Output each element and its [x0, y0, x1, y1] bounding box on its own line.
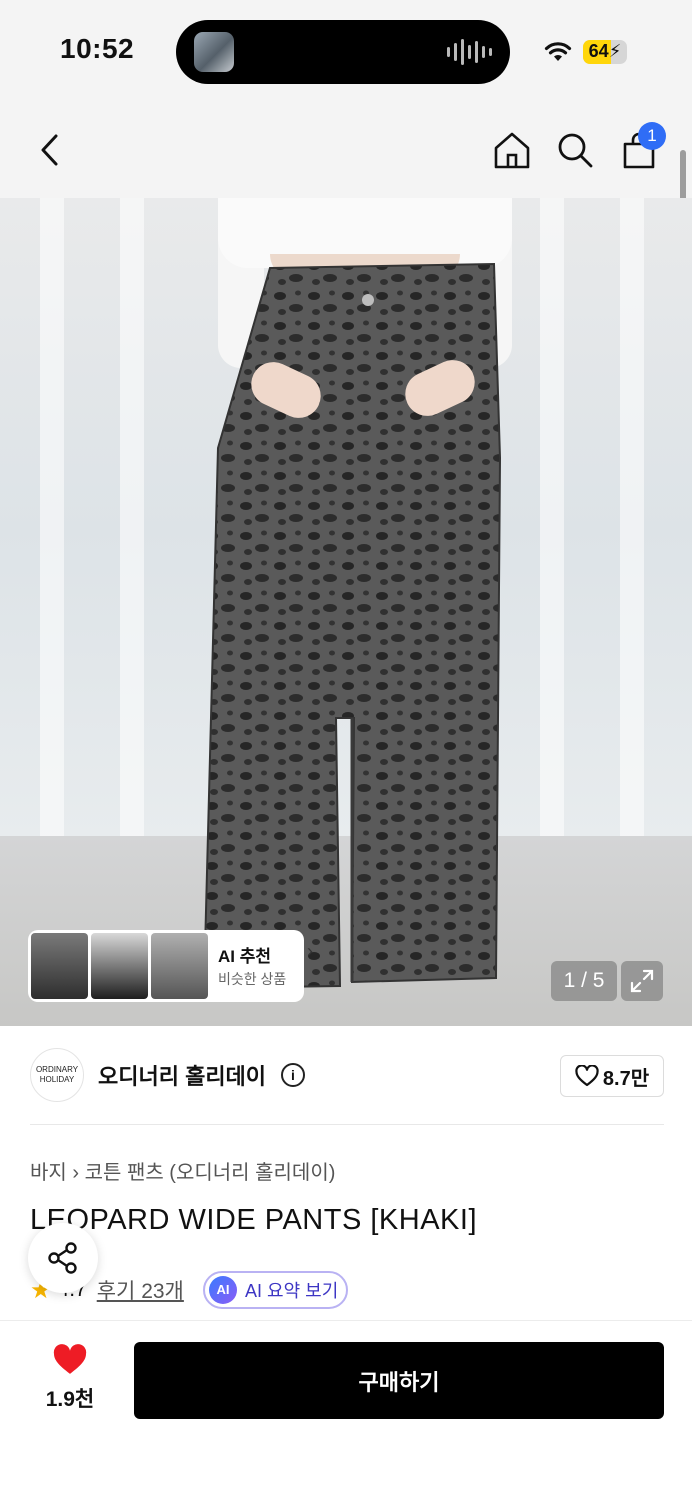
brand-name[interactable]: 오디너리 홀리데이 [98, 1059, 266, 1091]
wifi-icon [544, 42, 572, 61]
buy-button[interactable]: 구매하기 [134, 1342, 664, 1419]
brand-info-icon[interactable]: i [281, 1063, 305, 1087]
ai-summary-label: AI 요약 보기 [245, 1281, 339, 1301]
audio-wave-icon [447, 38, 492, 66]
back-arrow-icon [41, 134, 58, 166]
similar-item-thumb [31, 933, 88, 999]
charging-bolt-icon: ⚡ [608, 41, 622, 61]
brand-like-button[interactable]: 8.7만 [560, 1055, 664, 1097]
image-pager: 1 / 5 [551, 961, 617, 1001]
ai-recommend-subtitle: 비슷한 상품 [218, 971, 287, 987]
heart-outline-icon [575, 1065, 599, 1087]
wishlist-count: 1.9천 [45, 1388, 95, 1411]
chevron-right-icon: › [307, 941, 313, 961]
heart-filled-icon [53, 1344, 87, 1374]
breadcrumb-separator-icon: › [72, 1162, 85, 1184]
status-bar: 10:52 64⚡ [0, 0, 692, 100]
expand-icon [630, 969, 654, 993]
breadcrumb-category[interactable]: 바지 [30, 1162, 67, 1184]
breadcrumb: 바지 › 코튼 팬츠 (오디너리 홀리데이) [30, 1156, 335, 1185]
brand-like-count: 8.7만 [602, 1067, 650, 1090]
similar-item-thumb [151, 933, 208, 999]
ai-recommend-title: AI 추천 [218, 947, 272, 966]
wishlist-button[interactable]: 1.9천 [32, 1344, 108, 1414]
cart-button[interactable]: 1 [615, 122, 666, 174]
brand-logo[interactable]: ORDINARY HOLIDAY [30, 1048, 84, 1102]
similar-item-thumb [91, 933, 148, 999]
now-playing-thumbnail [194, 32, 234, 72]
dynamic-island [176, 20, 510, 84]
ai-summary-button[interactable]: AI AI 요약 보기 [203, 1271, 348, 1309]
divider [30, 1124, 664, 1125]
share-button[interactable] [28, 1223, 98, 1293]
search-icon [558, 133, 593, 168]
product-image-gallery[interactable] [0, 198, 692, 1026]
home-icon [494, 132, 530, 169]
reviews-link[interactable]: 후기 23개 [97, 1275, 184, 1305]
product-title: LEOPARD WIDE PANTS [KHAKI] [30, 1204, 478, 1236]
ai-chip-icon: AI [209, 1276, 237, 1304]
cart-count-badge: 1 [638, 122, 666, 150]
leopard-pants-photo [202, 262, 502, 990]
battery-level: 64 [588, 41, 609, 61]
battery-indicator: 64⚡ [583, 40, 627, 64]
top-navigation: 1 [0, 100, 692, 198]
status-time: 10:52 [60, 33, 135, 64]
ai-recommend-card[interactable]: AI 추천 비슷한 상품 › [28, 930, 313, 1002]
back-button[interactable] [26, 126, 74, 174]
expand-image-button[interactable] [621, 961, 663, 1001]
share-icon [48, 1242, 77, 1274]
search-button[interactable] [551, 126, 599, 174]
home-button[interactable] [488, 126, 536, 174]
breadcrumb-subcategory[interactable]: 코튼 팬츠 (오디너리 홀리데이) [85, 1162, 336, 1184]
